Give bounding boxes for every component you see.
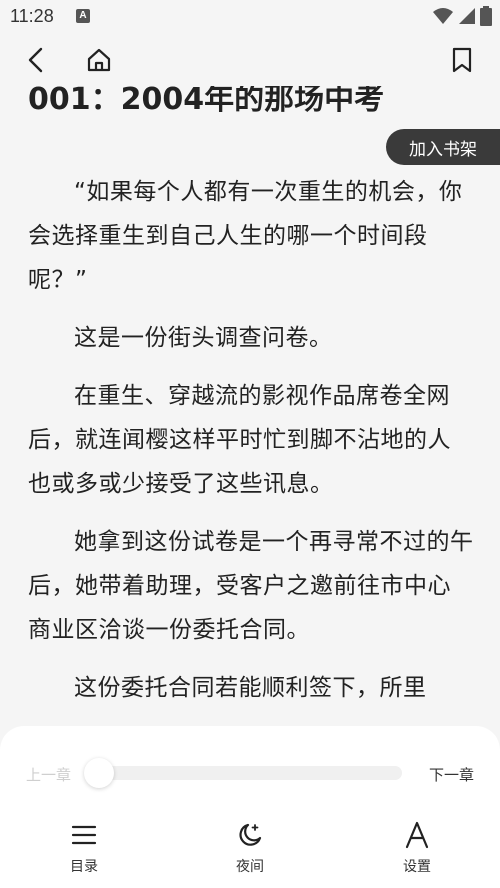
paragraph: “如果每个人都有一次重生的机会，你会选择重生到自己人生的哪一个时间段呢？” <box>28 179 463 293</box>
chapter-progress-track[interactable] <box>96 766 402 780</box>
signal-icon <box>459 8 475 24</box>
chapter-content[interactable]: 001：2004年的那场中考 加入书架 “如果每个人都有一次重生的机会，你会选择… <box>0 86 500 726</box>
paragraph: 在重生、穿越流的影视作品席卷全网后，就连闻樱这样平时忙到脚不沾地的人也或多或少接… <box>28 383 451 497</box>
bookmark-icon <box>452 47 472 73</box>
toc-button[interactable]: 目录 <box>44 820 124 876</box>
prev-chapter-button[interactable]: 上一章 <box>26 764 71 785</box>
chapter-title: 001：2004年的那场中考 <box>28 86 385 117</box>
wifi-icon <box>433 8 453 24</box>
battery-icon <box>480 6 492 26</box>
chapter-text: “如果每个人都有一次重生的机会，你会选择重生到自己人生的哪一个时间段呢？” 这是… <box>28 170 474 724</box>
settings-label: 设置 <box>403 859 431 875</box>
paragraph: 这是一份街头调查问卷。 <box>74 325 333 351</box>
paragraph: 她拿到这份试卷是一个再寻常不过的午后，她带着助理，受客户之邀前往市中心商业区洽谈… <box>28 529 474 643</box>
list-icon <box>71 825 97 845</box>
night-mode-button[interactable]: 夜间 <box>210 820 290 876</box>
back-button[interactable] <box>20 44 52 76</box>
paragraph: 这份委托合同若能顺利签下，所里 <box>74 675 427 701</box>
next-chapter-button[interactable]: 下一章 <box>429 764 474 785</box>
reader-nav-bar <box>0 34 500 86</box>
night-mode-label: 夜间 <box>236 859 264 875</box>
status-time: 11:28 <box>10 6 54 26</box>
status-bar: 11:28 A <box>0 0 500 34</box>
font-a-icon <box>405 821 429 849</box>
bookmark-button[interactable] <box>446 44 478 76</box>
reader-menu: 目录 夜间 设置 <box>0 820 500 880</box>
moon-icon <box>239 823 262 846</box>
status-icons <box>432 6 492 26</box>
chevron-left-icon <box>28 47 43 73</box>
reader-control-panel: 上一章 下一章 目录 夜间 设置 <box>0 726 500 888</box>
notification-icon: A <box>76 9 90 23</box>
chapter-progress-slider-handle[interactable] <box>84 758 114 788</box>
settings-button[interactable]: 设置 <box>377 820 457 876</box>
home-icon <box>87 48 111 72</box>
home-button[interactable] <box>83 44 115 76</box>
toc-label: 目录 <box>70 859 98 875</box>
add-to-shelf-button[interactable]: 加入书架 <box>386 129 500 165</box>
